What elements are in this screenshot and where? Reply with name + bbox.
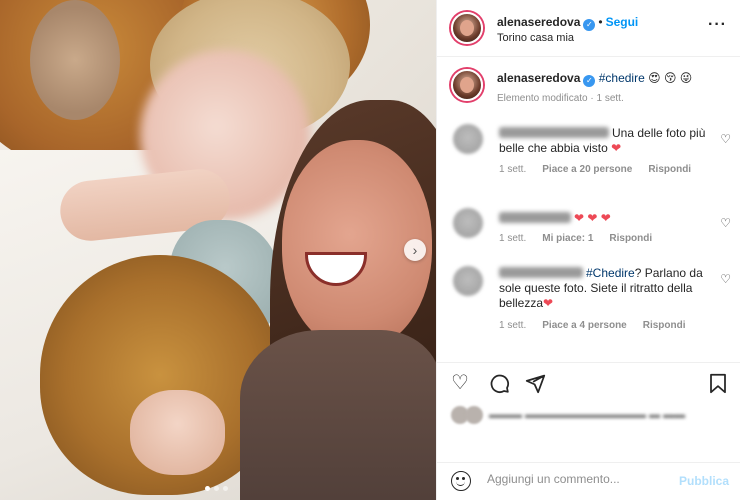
- comment-meta: 1 sett. Piace a 20 persone Rispondi: [499, 164, 691, 175]
- comment-body: ❤ ❤ ❤: [574, 211, 611, 225]
- comment-likes[interactable]: Piace a 20 persone: [542, 164, 632, 175]
- send-icon-svg: [525, 374, 546, 394]
- like-comment-heart-icon[interactable]: ♡: [720, 272, 731, 286]
- carousel-dot: [223, 486, 228, 491]
- woman-top: [240, 330, 436, 500]
- caption-meta: Elemento modificato · 1 sett.: [497, 93, 624, 104]
- caption-hashtag[interactable]: #chedire: [599, 71, 645, 85]
- reply-button[interactable]: Rispondi: [609, 233, 652, 244]
- comment-input[interactable]: [487, 472, 667, 486]
- liker-avatar-blurred: [465, 406, 483, 424]
- carousel-dot: [205, 486, 210, 491]
- carousel-dots: [205, 486, 228, 491]
- publish-button[interactable]: Pubblica: [679, 474, 729, 488]
- emoji-picker-icon[interactable]: [451, 471, 471, 491]
- like-comment-heart-icon[interactable]: ♡: [720, 216, 731, 230]
- commenter-avatar-blurred[interactable]: [453, 266, 483, 296]
- more-options-icon[interactable]: ···: [708, 16, 727, 34]
- comment-icon-svg: [490, 374, 509, 393]
- commenter-name-blurred[interactable]: [499, 127, 609, 138]
- comment-item: Una delle foto più belle che abbia visto…: [437, 122, 740, 182]
- post-header: alenaseredova ✓ • Segui Torino casa mia ···: [437, 0, 740, 57]
- next-photo-button[interactable]: ›: [404, 239, 426, 261]
- comment-text: Una delle foto più belle che abbia visto…: [499, 126, 709, 156]
- post-caption: alenaseredova ✓ #chedire 😍 😚 😜 Elemento m…: [437, 66, 740, 114]
- comment-time: 1 sett.: [499, 320, 527, 331]
- bookmark-icon-svg: [710, 373, 726, 394]
- comment-composer: Pubblica: [437, 462, 740, 500]
- comment-likes[interactable]: Piace a 4 persone: [542, 320, 627, 331]
- comment-text: #Chedire? Parlano da sole queste foto. S…: [499, 266, 709, 311]
- chevron-right-icon: ›: [412, 242, 418, 258]
- heart-emoji: ❤: [543, 296, 554, 310]
- author-avatar[interactable]: [451, 12, 483, 44]
- commenter-avatar-blurred[interactable]: [453, 208, 483, 238]
- caption-emojis: 😍 😚 😜: [648, 71, 693, 85]
- comment-icon[interactable]: [489, 373, 510, 398]
- commenter-avatar-blurred[interactable]: [453, 124, 483, 154]
- send-icon[interactable]: [525, 373, 546, 398]
- post-photo[interactable]: ›: [0, 0, 436, 500]
- comment-text: ❤ ❤ ❤: [499, 211, 709, 226]
- post-actions: ♡: [437, 362, 740, 402]
- comment-meta: 1 sett. Mi piace: 1 Rispondi: [499, 233, 652, 244]
- post-sidebar: alenaseredova ✓ • Segui Torino casa mia ···…: [436, 0, 740, 500]
- teddy-bear-snout: [30, 0, 120, 120]
- comment-time: 1 sett.: [499, 233, 527, 244]
- likes-summary-blurred[interactable]: ▬▬▬ ▬▬▬▬▬▬▬▬▬▬▬ ▬ ▬▬: [451, 406, 685, 424]
- verified-badge-icon: ✓: [583, 19, 596, 31]
- separator-dot: •: [598, 15, 603, 29]
- carousel-dot: [214, 486, 219, 491]
- caption-username[interactable]: alenaseredova: [497, 71, 580, 85]
- comment-meta: 1 sett. Piace a 4 persone Rispondi: [499, 320, 686, 331]
- author-line: alenaseredova ✓ • Segui: [497, 13, 638, 31]
- heart-icon[interactable]: ♡: [451, 373, 469, 393]
- verified-badge-icon: ✓: [583, 75, 596, 87]
- reply-button[interactable]: Rispondi: [643, 320, 686, 331]
- commenter-name-blurred[interactable]: [499, 212, 571, 223]
- author-username[interactable]: alenaseredova: [497, 15, 580, 29]
- post-location[interactable]: Torino casa mia: [497, 32, 574, 44]
- comment-item: ❤ ❤ ❤ 1 sett. Mi piace: 1 Rispondi ♡: [437, 206, 740, 252]
- comment-item: #Chedire? Parlano da sole queste foto. S…: [437, 264, 740, 338]
- child-hand: [130, 390, 225, 475]
- follow-button[interactable]: Segui: [606, 15, 639, 29]
- reply-button[interactable]: Rispondi: [648, 164, 691, 175]
- likes-text-blurred: ▬▬▬ ▬▬▬▬▬▬▬▬▬▬▬ ▬ ▬▬: [489, 409, 686, 421]
- commenter-name-blurred[interactable]: [499, 267, 583, 278]
- heart-emoji: ❤: [611, 141, 622, 155]
- caption-avatar[interactable]: [451, 69, 483, 101]
- comment-time: 1 sett.: [499, 164, 527, 175]
- comment-likes[interactable]: Mi piace: 1: [542, 233, 593, 244]
- like-comment-heart-icon[interactable]: ♡: [720, 132, 731, 146]
- caption-text: alenaseredova ✓ #chedire 😍 😚 😜: [497, 71, 692, 87]
- bookmark-icon[interactable]: [709, 373, 727, 398]
- comment-hashtag[interactable]: #Chedire: [586, 266, 635, 280]
